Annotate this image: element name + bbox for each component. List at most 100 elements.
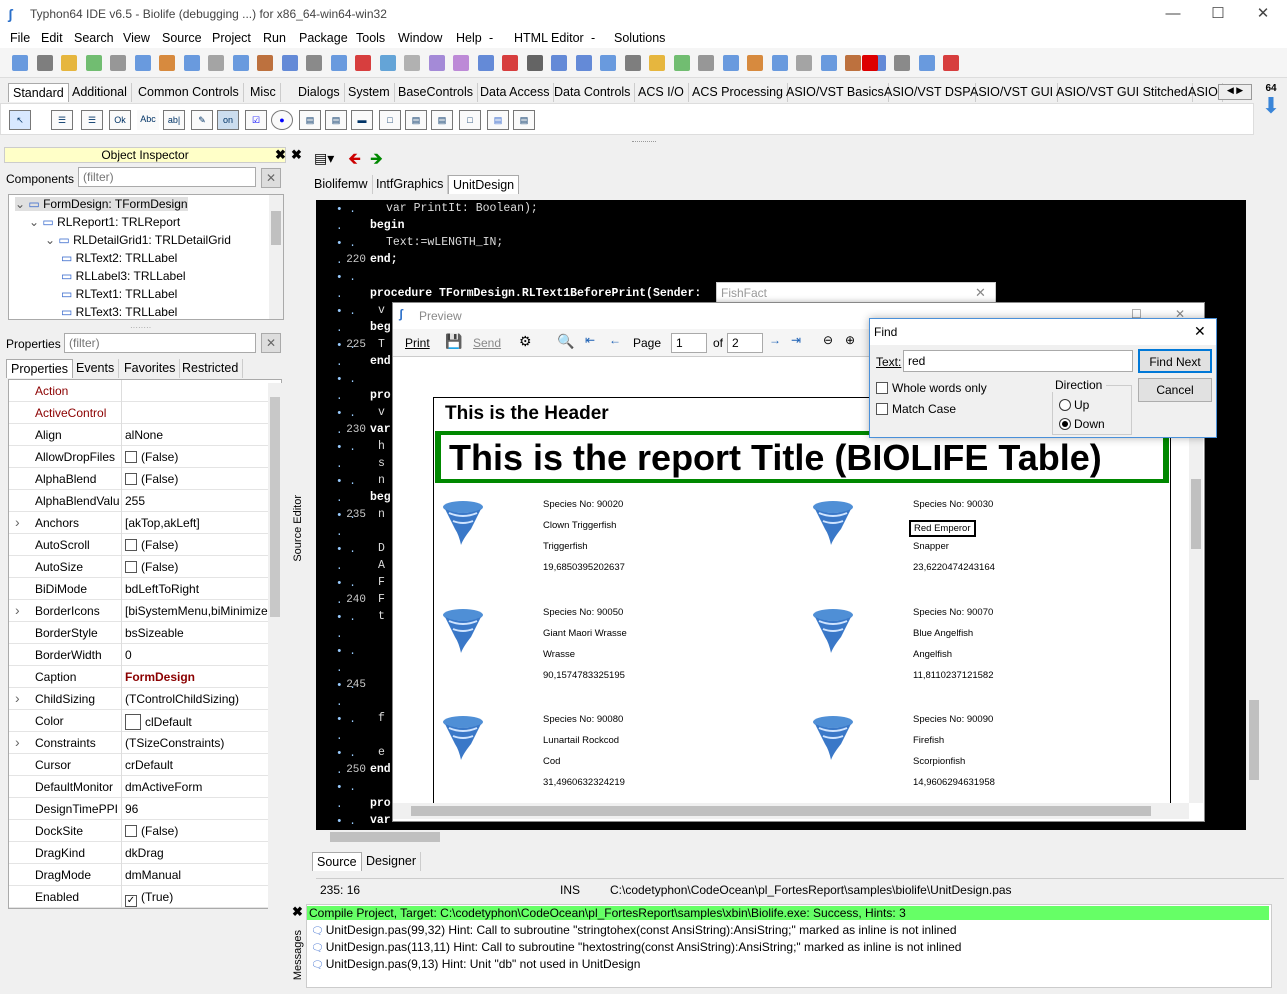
hint-message[interactable]: 🗨 UnitDesign.pas(113,11) Hint: Call to su… <box>311 940 961 954</box>
toolbar-icon-32[interactable] <box>796 55 812 71</box>
property-value[interactable]: ✓ (True) <box>125 890 271 907</box>
property-row[interactable]: AllowDropFiles (False) <box>9 446 271 468</box>
property-value[interactable]: (TSizeConstraints) <box>125 736 271 750</box>
toolbar-icon-36[interactable] <box>894 55 910 71</box>
property-value[interactable]: FormDesign <box>125 670 271 684</box>
tree-splitter-grip[interactable]: ········ <box>130 323 151 332</box>
expand-chevron-icon[interactable]: › <box>15 690 20 706</box>
radiobutton-component-icon[interactable]: ● <box>271 110 293 130</box>
print-button[interactable]: Print <box>405 336 430 350</box>
property-value[interactable]: 96 <box>125 802 271 816</box>
property-value[interactable]: 255 <box>125 494 271 508</box>
clear-filter-icon[interactable]: ✕ <box>261 168 281 188</box>
fishfact-close-icon[interactable]: ✕ <box>975 285 986 301</box>
palette-tab-2[interactable]: Common Controls <box>134 83 244 102</box>
scrollbar-component-icon[interactable]: ▬ <box>351 110 373 130</box>
menu-item-1[interactable]: Edit <box>41 31 63 45</box>
toolbar-icon-14[interactable] <box>355 55 371 71</box>
checkbox-component-icon[interactable]: ☑ <box>245 110 267 130</box>
hint-message[interactable]: 🗨 UnitDesign.pas(99,32) Hint: Call to sub… <box>311 923 957 937</box>
tree-scrollbar[interactable] <box>269 195 283 319</box>
palette-tab-9[interactable]: ACS I/O <box>634 83 689 102</box>
toolbar-icon-37[interactable] <box>918 55 935 71</box>
tree-item[interactable]: ▭ RLText1: TRLLabel <box>61 287 177 301</box>
property-row[interactable]: AlphaBlendValu 255 <box>9 490 271 512</box>
menu-item-5[interactable]: Project <box>212 31 251 45</box>
menu-item-6[interactable]: Run <box>263 31 286 45</box>
tree-expand-icon[interactable]: ⌄ <box>29 215 42 229</box>
tree-expand-icon[interactable]: ⌄ <box>45 233 58 247</box>
checkbox-icon[interactable] <box>125 825 137 837</box>
save-icon[interactable]: 💾 <box>445 333 462 350</box>
memo-component-icon[interactable]: ✎ <box>191 110 213 130</box>
property-row[interactable]: Cursor crDefault <box>9 754 271 776</box>
toolbar-icon-19[interactable] <box>477 55 494 71</box>
groupbox-component-icon[interactable]: □ <box>379 110 401 130</box>
palette-tab-6[interactable]: BaseControls <box>394 83 479 102</box>
menu-item-4[interactable]: Source <box>162 31 202 45</box>
clear-properties-filter-icon[interactable]: ✕ <box>261 333 281 353</box>
pointer-tool-icon[interactable]: ↖ <box>9 110 31 130</box>
stop-icon[interactable] <box>862 55 878 71</box>
property-value[interactable]: dmActiveForm <box>125 780 271 794</box>
palette-tab-5[interactable]: System <box>344 83 395 102</box>
toolbar-icon-24[interactable] <box>600 55 616 71</box>
property-row[interactable]: BorderStyle bsSizeable <box>9 622 271 644</box>
property-row[interactable]: DockSite (False) <box>9 820 271 842</box>
find-close-icon[interactable]: ✕ <box>1194 323 1206 340</box>
listbox-component-icon[interactable]: ▤ <box>299 110 321 130</box>
palette-tab-12[interactable]: ASIO/VST DSP <box>880 83 976 102</box>
property-row[interactable]: BorderWidth 0 <box>9 644 271 666</box>
expand-chevron-icon[interactable]: › <box>15 734 20 750</box>
frame-component-icon[interactable]: ▤ <box>487 110 509 130</box>
property-value[interactable]: [akTop,akLeft] <box>125 516 271 530</box>
download-arrow-icon[interactable]: ⬇ <box>1260 94 1282 118</box>
splitter-grip[interactable] <box>632 141 656 145</box>
mainmenu-component-icon[interactable]: ☰ <box>51 110 73 130</box>
checkbox-icon[interactable] <box>125 473 137 485</box>
property-row[interactable]: AlphaBlend (False) <box>9 468 271 490</box>
palette-tab-14[interactable]: ASIO/VST GUI Stitched <box>1052 83 1193 102</box>
last-page-icon[interactable]: ⇥ <box>791 333 801 347</box>
checkbox-icon[interactable] <box>125 539 137 551</box>
toolbar-icon-28[interactable] <box>698 55 714 71</box>
property-row[interactable]: › Constraints (TSizeConstraints) <box>9 732 271 754</box>
property-row[interactable]: Enabled ✓ (True) <box>9 886 271 908</box>
property-row[interactable]: AutoSize (False) <box>9 556 271 578</box>
property-value[interactable]: 0 <box>125 648 271 662</box>
toolbar-icon-15[interactable] <box>379 55 396 71</box>
toolbar-icon-25[interactable] <box>624 55 641 71</box>
menu-item-9[interactable]: Window <box>398 31 442 45</box>
zoom-in-icon[interactable]: ⊕ <box>845 333 855 347</box>
popupmenu-component-icon[interactable]: ☰ <box>81 110 103 130</box>
menu-item-7[interactable]: Package <box>299 31 348 45</box>
toolbar-icon-2[interactable] <box>61 55 77 71</box>
property-row[interactable]: Align alNone <box>9 424 271 446</box>
match-case-checkbox[interactable]: Match Case <box>876 402 956 416</box>
property-row[interactable]: Color clDefault <box>9 710 271 732</box>
palette-tab-3[interactable]: Misc <box>246 83 281 102</box>
find-text-input[interactable] <box>903 350 1133 372</box>
property-value[interactable]: alNone <box>125 428 271 442</box>
properties-filter-input[interactable] <box>64 333 256 353</box>
maximize-button[interactable]: ☐ <box>1195 0 1241 28</box>
checkbox-icon[interactable]: ✓ <box>125 895 137 907</box>
toolbar-icon-3[interactable] <box>85 55 102 71</box>
tree-expand-icon[interactable]: ⌄ <box>15 197 28 211</box>
cancel-button[interactable]: Cancel <box>1138 378 1212 402</box>
tree-item[interactable]: ▭ RLText3: TRLLabel <box>61 305 177 319</box>
toolbar-icon-33[interactable] <box>820 55 837 71</box>
menu-item-0[interactable]: File <box>10 31 30 45</box>
zoom-out-icon[interactable]: ⊖ <box>823 333 833 347</box>
close-inspector-icon[interactable]: ✖ <box>275 147 286 163</box>
first-page-icon[interactable]: ⇤ <box>585 333 595 347</box>
menu-item-10[interactable]: Help <box>456 31 482 45</box>
tree-item[interactable]: ▭ RLText2: TRLLabel <box>61 251 177 265</box>
property-value[interactable]: crDefault <box>125 758 271 772</box>
checkbox-icon[interactable] <box>125 451 137 463</box>
togglebox-component-icon[interactable]: on <box>217 110 239 130</box>
close-editor-icon[interactable]: ✖ <box>291 147 305 163</box>
minimize-button[interactable]: — <box>1150 0 1196 28</box>
property-scrollbar[interactable] <box>268 383 282 909</box>
color-swatch-icon[interactable] <box>125 714 141 730</box>
